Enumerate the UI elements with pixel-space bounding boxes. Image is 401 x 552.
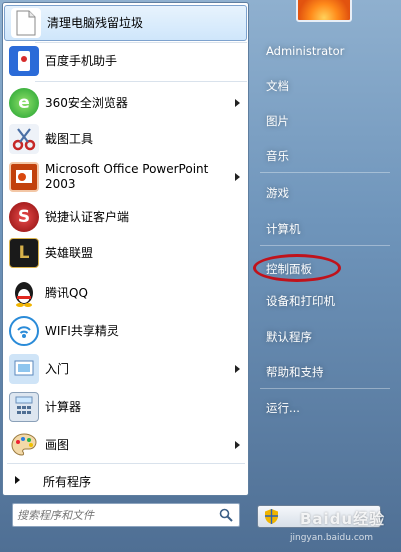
program-item-baidu-phone[interactable]: 百度手机助手: [3, 43, 248, 79]
divider: [260, 388, 390, 389]
program-label: 清理电脑残留垃圾: [47, 15, 144, 30]
getting-started-icon: [9, 354, 39, 384]
program-label: 计算器: [45, 399, 82, 414]
document-icon: [11, 8, 41, 38]
right-item-help-support[interactable]: 帮助和支持: [258, 361, 398, 383]
program-label: 截图工具: [45, 131, 94, 146]
shield-icon: [265, 509, 278, 524]
program-label: 入门: [45, 361, 70, 376]
powerpoint-icon: [9, 162, 39, 192]
program-item-calculator[interactable]: 计算器: [3, 389, 248, 425]
avatar[interactable]: [296, 0, 352, 22]
right-item-default-programs[interactable]: 默认程序: [258, 326, 398, 348]
program-item-getting-started[interactable]: 入门: [3, 351, 248, 387]
program-item-cleanup[interactable]: 清理电脑残留垃圾: [4, 5, 247, 41]
program-label: 腾讯QQ: [45, 285, 88, 300]
program-label: 英雄联盟: [45, 245, 94, 260]
program-label: 锐捷认证客户端: [45, 209, 130, 224]
submenu-arrow-icon[interactable]: [235, 441, 240, 449]
league-of-legends-icon: L: [9, 238, 39, 268]
submenu-arrow-icon[interactable]: [235, 173, 240, 181]
start-menu: 清理电脑残留垃圾 百度手机助手 e 360安全浏览器 截图工具 Microsof…: [0, 0, 401, 552]
divider: [7, 463, 245, 464]
program-label: 百度手机助手: [45, 53, 118, 68]
program-item-360-browser[interactable]: e 360安全浏览器: [3, 85, 248, 121]
places-pane: Administrator 文档 图片 音乐 游戏 计算机 控制面板 设备和打印…: [250, 0, 401, 552]
program-item-paint[interactable]: 画图: [3, 427, 248, 463]
highlight-annotation: [253, 254, 341, 282]
watermark: Baidu经验: [300, 510, 386, 528]
search-area: [2, 496, 249, 552]
ruijie-client-icon: S: [9, 202, 39, 232]
right-item-devices-printers[interactable]: 设备和打印机: [258, 290, 398, 312]
scissors-icon: [9, 124, 39, 154]
program-label: WIFI共享精灵: [45, 323, 119, 338]
all-programs-button[interactable]: 所有程序: [3, 467, 248, 493]
divider: [260, 172, 390, 173]
all-programs-label: 所有程序: [43, 475, 92, 489]
right-item-documents[interactable]: 文档: [258, 75, 398, 97]
programs-pane: 清理电脑残留垃圾 百度手机助手 e 360安全浏览器 截图工具 Microsof…: [2, 2, 249, 496]
submenu-arrow-icon[interactable]: [235, 365, 240, 373]
calculator-icon: [9, 392, 39, 422]
divider: [35, 81, 247, 82]
wifi-sharing-icon: [9, 316, 39, 346]
divider: [260, 245, 390, 246]
right-item-games[interactable]: 游戏: [258, 182, 398, 204]
program-item-wifi[interactable]: WIFI共享精灵: [3, 313, 248, 349]
program-item-qq[interactable]: 腾讯QQ: [3, 275, 248, 311]
right-item-run[interactable]: 运行...: [258, 397, 398, 419]
program-label: Microsoft Office PowerPoint 2003: [45, 162, 209, 191]
submenu-arrow-icon[interactable]: [235, 99, 240, 107]
search-icon[interactable]: [219, 508, 233, 522]
right-item-computer[interactable]: 计算机: [258, 218, 398, 240]
program-label: 360安全浏览器: [45, 95, 128, 110]
program-item-lol[interactable]: L 英雄联盟: [3, 235, 248, 271]
watermark-url: jingyan.baidu.com: [290, 533, 374, 543]
browser-360-icon: e: [9, 88, 39, 118]
play-arrow-icon: [15, 476, 20, 484]
program-label: 画图: [45, 437, 70, 452]
search-input[interactable]: [17, 507, 213, 523]
paint-palette-icon: [9, 430, 39, 460]
search-box[interactable]: [12, 503, 240, 527]
program-item-ruijie[interactable]: S 锐捷认证客户端: [3, 199, 248, 235]
right-item-pictures[interactable]: 图片: [258, 110, 398, 132]
qq-penguin-icon: [9, 278, 39, 308]
baidu-phone-assistant-icon: [9, 46, 39, 76]
program-item-snipping-tool[interactable]: 截图工具: [3, 121, 248, 157]
program-item-powerpoint[interactable]: Microsoft Office PowerPoint 2003: [3, 157, 248, 197]
right-item-music[interactable]: 音乐: [258, 145, 398, 167]
right-item-user[interactable]: Administrator: [258, 40, 398, 62]
